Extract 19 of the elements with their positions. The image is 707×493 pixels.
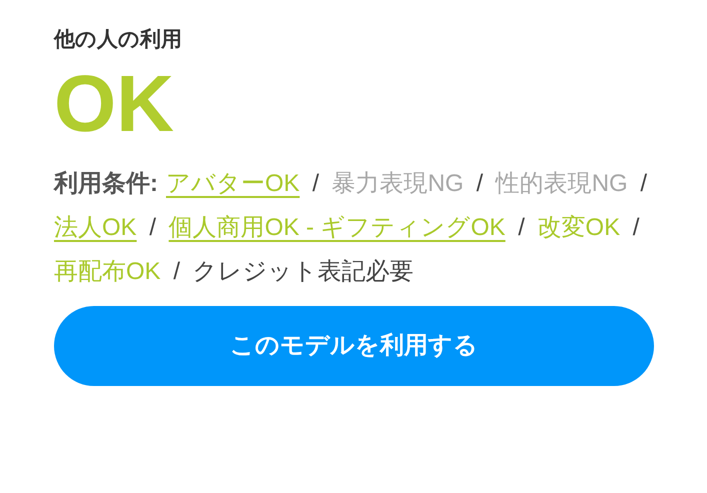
condition-text: 性的表現NG: [496, 170, 628, 197]
separator-text: /: [312, 170, 320, 197]
conditions-label: 利用条件:: [54, 170, 158, 197]
condition-link[interactable]: アバターOK: [166, 170, 300, 197]
condition-link[interactable]: 個人商用OK - ギフティングOK: [168, 214, 506, 241]
use-model-button[interactable]: このモデルを利用する: [54, 306, 654, 386]
separator-text: /: [640, 170, 648, 197]
verdict-text: OK: [54, 58, 175, 150]
separator-text: /: [518, 214, 525, 241]
condition-text: 再配布OK: [54, 258, 161, 285]
condition-text: クレジット表記必要: [192, 258, 414, 285]
condition-link[interactable]: 法人OK: [54, 214, 137, 241]
separator-text: /: [173, 258, 180, 285]
separator-text: /: [149, 214, 156, 241]
condition-text: 改変OK: [537, 214, 620, 241]
separator-text: /: [476, 170, 484, 197]
condition-text: 暴力表現NG: [332, 170, 464, 197]
section-heading: 他の人の利用: [54, 27, 183, 53]
separator-text: /: [632, 214, 640, 241]
